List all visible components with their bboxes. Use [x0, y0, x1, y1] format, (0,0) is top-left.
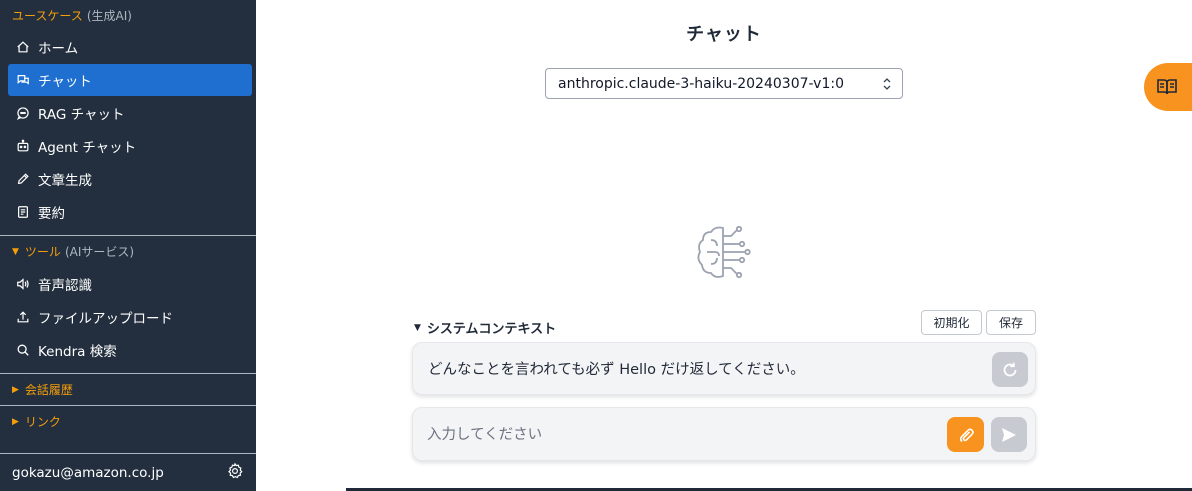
sidebar-item-file-upload[interactable]: ファイルアップロード	[8, 301, 252, 333]
section-header-usecase: ユースケース (生成AI)	[0, 0, 256, 30]
sidebar-item-summary[interactable]: 要約	[8, 196, 252, 228]
section-history-label: 会話履歴	[24, 383, 73, 397]
chat-input[interactable]	[427, 422, 927, 448]
rag-chat-icon	[16, 106, 30, 120]
book-icon	[1157, 79, 1177, 95]
search-icon	[16, 343, 30, 357]
attach-file-button[interactable]	[947, 417, 984, 452]
sidebar: ユースケース (生成AI) ホーム チャット RAG チャット Agent チャ…	[0, 0, 256, 491]
sidebar-item-label: ホーム	[38, 41, 79, 57]
sidebar-item-rag-chat[interactable]: RAG チャット	[8, 97, 252, 129]
save-button[interactable]: 保存	[986, 310, 1036, 335]
user-email: gokazu@amazon.co.jp	[12, 464, 164, 481]
send-button[interactable]	[991, 417, 1027, 452]
sidebar-item-label: Kendra 検索	[38, 344, 117, 360]
help-book-button[interactable]	[1144, 63, 1192, 111]
sidebar-item-label: 音声認識	[38, 278, 92, 294]
ai-brain-icon	[697, 225, 751, 279]
refresh-button[interactable]	[992, 352, 1028, 387]
sidebar-item-label: ファイルアップロード	[38, 311, 173, 327]
section-usecase-label: ユースケース	[12, 8, 83, 23]
sidebar-item-label: 要約	[38, 206, 65, 222]
system-context-text: どんなことを言われても必ず Hello だけ返してください。	[428, 362, 805, 378]
caret-down-icon: ▼	[12, 246, 19, 257]
section-header-tools[interactable]: ▼ ツール (AIサービス)	[0, 236, 256, 267]
chat-input-box	[412, 407, 1036, 461]
chat-icon	[16, 73, 30, 87]
robot-icon	[16, 139, 30, 153]
caret-right-icon: ▶	[12, 416, 19, 427]
refresh-icon	[1003, 362, 1017, 376]
section-tools-label: ツール	[24, 245, 61, 259]
upload-icon	[16, 310, 30, 324]
section-header-links[interactable]: ▶ リンク	[0, 406, 256, 437]
sidebar-item-label: チャット	[38, 74, 92, 90]
sidebar-item-label: Agent チャット	[38, 140, 137, 156]
model-select-value: anthropic.claude-3-haiku-20240307-v1:0	[558, 75, 844, 92]
sidebar-item-label: 文章生成	[38, 173, 92, 189]
paperclip-icon	[959, 428, 974, 442]
document-icon	[16, 205, 30, 219]
sidebar-item-home[interactable]: ホーム	[8, 31, 252, 63]
sidebar-item-chat[interactable]: チャット	[8, 64, 252, 96]
system-context-toggle[interactable]: ▼ システムコンテキスト	[414, 318, 556, 337]
user-row: gokazu@amazon.co.jp	[0, 453, 256, 491]
sidebar-item-agent-chat[interactable]: Agent チャット	[8, 130, 252, 162]
settings-gear-icon[interactable]	[226, 461, 244, 484]
section-usecase-sub: (生成AI)	[86, 8, 132, 23]
sidebar-item-text-generation[interactable]: 文章生成	[8, 163, 252, 195]
send-icon	[1002, 427, 1016, 442]
page-title: チャット	[686, 24, 762, 45]
sidebar-item-label: RAG チャット	[38, 107, 125, 123]
select-caret-icon	[883, 78, 891, 90]
pencil-icon	[16, 172, 30, 186]
section-links-label: リンク	[24, 415, 61, 429]
home-icon	[16, 40, 30, 54]
section-header-history[interactable]: ▶ 会話履歴	[0, 374, 256, 405]
model-select[interactable]: anthropic.claude-3-haiku-20240307-v1:0	[545, 68, 903, 99]
sidebar-item-kendra-search[interactable]: Kendra 検索	[8, 334, 252, 366]
sidebar-item-speech-recognition[interactable]: 音声認識	[8, 268, 252, 300]
reset-button[interactable]: 初期化	[921, 310, 982, 335]
system-context-box[interactable]: どんなことを言われても必ず Hello だけ返してください。	[412, 342, 1036, 395]
caret-down-icon: ▼	[414, 322, 421, 333]
system-context-label: システムコンテキスト	[426, 322, 557, 337]
section-tools-sub: (AIサービス)	[64, 245, 135, 259]
main-panel: チャット anthropic.claude-3-haiku-20240307-v…	[256, 0, 1192, 491]
caret-right-icon: ▶	[12, 384, 19, 395]
speaker-icon	[16, 277, 30, 291]
